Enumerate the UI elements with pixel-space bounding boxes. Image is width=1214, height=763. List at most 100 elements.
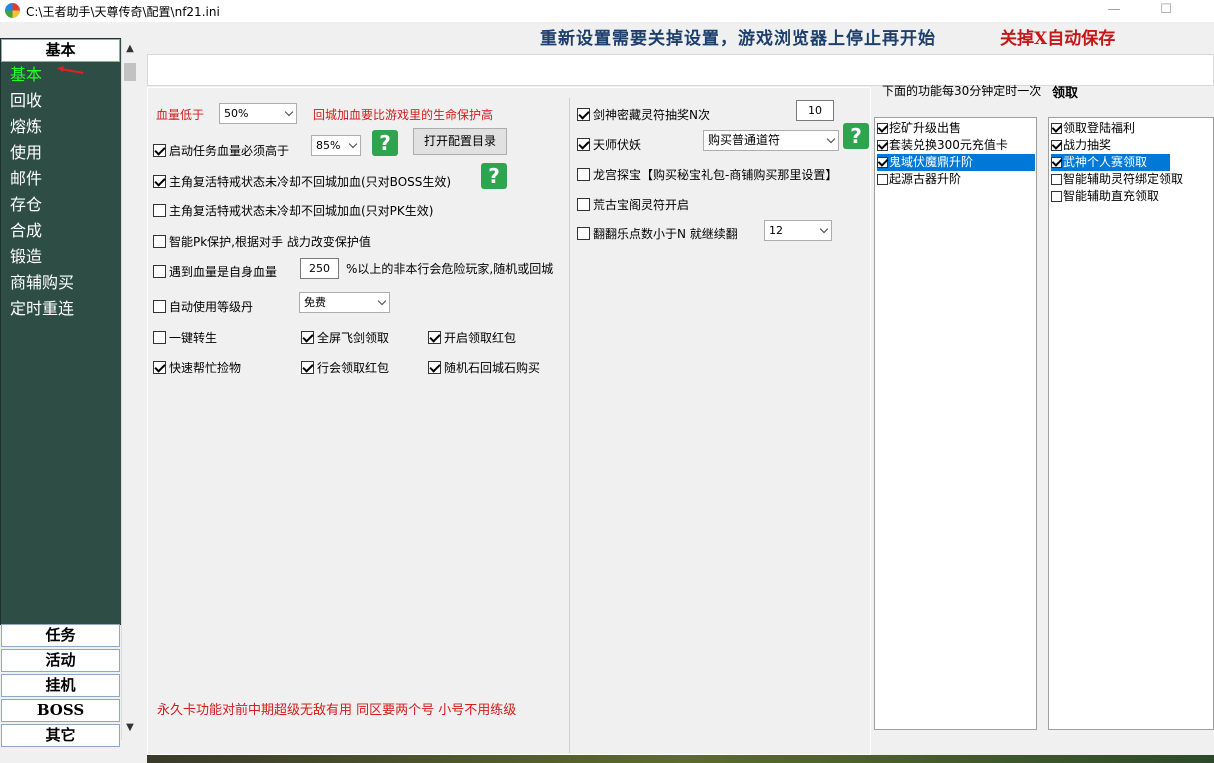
checkbox-box[interactable] <box>153 300 166 313</box>
list-item[interactable]: 鬼域伏魔鼎升阶 <box>877 154 1035 171</box>
list-item-label: 起源古器升阶 <box>889 172 962 186</box>
background-strip <box>147 755 1214 763</box>
claim-list: 领取登陆福利 战力抽奖 武神个人赛领取 智能辅助灵符绑定领取 智能辅助直充领取 <box>1048 117 1214 730</box>
self-hp-input[interactable]: 250 <box>300 258 339 279</box>
list-item-label: 战力抽奖 <box>1063 138 1112 152</box>
checkbox-box[interactable] <box>1051 123 1062 134</box>
checkbox-box[interactable] <box>1051 157 1062 168</box>
checkbox-box[interactable] <box>301 331 314 344</box>
nav-item-shop-buy[interactable]: 商辅购买 <box>10 273 74 293</box>
scroll-up-icon[interactable]: ▲ <box>122 41 138 57</box>
revive-pk-checkbox[interactable]: 主角复活特戒状态未冷却不回城加血(只对PK生效) <box>153 202 433 219</box>
list-item-label: 智能辅助直充领取 <box>1063 189 1160 203</box>
dragon-palace-checkbox[interactable]: 龙宫探宝【购买秘宝礼包-商铺购买那里设置】 <box>577 166 837 183</box>
self-hp-label: 遇到血量是自身血量 <box>169 264 278 279</box>
pointer-arrow-icon <box>57 66 84 74</box>
list-item[interactable]: 智能辅助灵符绑定领取 <box>1051 171 1209 188</box>
checkbox-box[interactable] <box>1051 140 1062 151</box>
nav-item-recycle[interactable]: 回收 <box>10 91 42 111</box>
list-item-label: 鬼域伏魔鼎升阶 <box>889 155 974 169</box>
nav-item-mail[interactable]: 邮件 <box>10 169 42 189</box>
guild-red-packet-checkbox[interactable]: 行会领取红包 <box>301 359 389 376</box>
checkbox-box[interactable] <box>877 157 888 168</box>
minimize-button[interactable]: — <box>1092 0 1136 22</box>
self-hp-checkbox[interactable]: 遇到血量是自身血量 <box>153 263 277 280</box>
nav-group-idle-button[interactable]: 挂机 <box>1 674 120 697</box>
fullscreen-sword-checkbox[interactable]: 全屏飞剑领取 <box>301 329 389 346</box>
hp-low-value: 50% <box>224 107 249 120</box>
list-item[interactable]: 挖矿升级出售 <box>877 120 1035 137</box>
checkbox-box[interactable] <box>1051 191 1062 202</box>
checkbox-box[interactable] <box>153 235 166 248</box>
nav-group-task-button[interactable]: 任务 <box>1 624 120 647</box>
nav-group-other-button[interactable]: 其它 <box>1 724 120 747</box>
auto-level-pill-checkbox[interactable]: 自动使用等级丹 <box>153 298 253 315</box>
nav-group-activity-button[interactable]: 活动 <box>1 649 120 672</box>
checkbox-box[interactable] <box>577 108 590 121</box>
open-config-dir-button[interactable]: 打开配置目录 <box>413 128 507 155</box>
task-hp-checkbox[interactable]: 启动任务血量必须高于 <box>153 142 289 159</box>
nav-item-compose[interactable]: 合成 <box>10 221 42 241</box>
smart-pk-label: 智能Pk保护,根据对手 战力改变保护值 <box>169 234 371 249</box>
checkbox-box[interactable] <box>877 123 888 134</box>
checkbox-box[interactable] <box>877 140 888 151</box>
list-item[interactable]: 武神个人赛领取 <box>1051 154 1170 171</box>
checkbox-box[interactable] <box>577 227 590 240</box>
hp-low-select[interactable]: 50% <box>219 103 297 124</box>
revive-boss-checkbox[interactable]: 主角复活特戒状态未冷却不回城加血(只对BOSS生效) <box>153 173 451 190</box>
checkbox-box[interactable] <box>428 331 441 344</box>
sword-lottery-checkbox[interactable]: 剑神密藏灵符抽奖N次 <box>577 106 710 123</box>
nav-item-timed-reconnect[interactable]: 定时重连 <box>10 299 74 319</box>
checkbox-box[interactable] <box>153 361 166 374</box>
master-demon-select[interactable]: 购买普通道符 <box>703 130 839 151</box>
quick-pickup-checkbox[interactable]: 快速帮忙捡物 <box>153 359 241 376</box>
flip-game-select[interactable]: 12 <box>764 220 832 241</box>
self-hp-suffix: %以上的非本行会危险玩家,随机或回城 <box>346 262 554 276</box>
nav-item-use[interactable]: 使用 <box>10 143 42 163</box>
level-pill-select[interactable]: 免费 <box>299 292 390 313</box>
smart-pk-checkbox[interactable]: 智能Pk保护,根据对手 战力改变保护值 <box>153 233 371 250</box>
checkbox-box[interactable] <box>153 265 166 278</box>
checkbox-box[interactable] <box>153 175 166 188</box>
nav-group-basic-button[interactable]: 基本 <box>1 39 120 62</box>
checkbox-box[interactable] <box>577 168 590 181</box>
checkbox-box[interactable] <box>428 361 441 374</box>
chevron-down-icon <box>377 296 387 306</box>
checkbox-box[interactable] <box>1051 174 1062 185</box>
checkbox-box[interactable] <box>153 144 166 157</box>
nav-item-forge[interactable]: 锻造 <box>10 247 42 267</box>
sword-lottery-input[interactable]: 10 <box>796 100 834 121</box>
nav-item-smelt[interactable]: 熔炼 <box>10 117 42 137</box>
checkbox-box[interactable] <box>577 198 590 211</box>
flip-game-checkbox[interactable]: 翻翻乐点数小于N 就继续翻 <box>577 225 738 242</box>
open-red-packet-checkbox[interactable]: 开启领取红包 <box>428 329 516 346</box>
one-click-rebirth-checkbox[interactable]: 一键转生 <box>153 329 217 346</box>
random-stone-checkbox[interactable]: 随机石回城石购买 <box>428 359 540 376</box>
list-item[interactable]: 领取登陆福利 <box>1051 120 1209 137</box>
scroll-thumb[interactable] <box>124 63 136 81</box>
flip-game-label: 翻翻乐点数小于N 就继续翻 <box>593 226 738 241</box>
checkbox-box[interactable] <box>577 138 590 151</box>
checkbox-box[interactable] <box>301 361 314 374</box>
checkbox-box[interactable] <box>153 331 166 344</box>
checkbox-box[interactable] <box>153 204 166 217</box>
list-item[interactable]: 智能辅助直充领取 <box>1051 188 1209 205</box>
task-hp-select[interactable]: 85% <box>311 135 361 156</box>
master-demon-checkbox[interactable]: 天师伏妖 <box>577 136 641 153</box>
nav-item-storage[interactable]: 存仓 <box>10 195 42 215</box>
scroll-down-icon[interactable]: ▼ <box>122 720 138 736</box>
nav-group-boss-button[interactable]: BOSS <box>1 699 120 722</box>
nav-item-basic[interactable]: 基本 <box>10 65 42 85</box>
list-item[interactable]: 战力抽奖 <box>1051 137 1209 154</box>
help-icon[interactable]: ? <box>843 123 869 149</box>
list-item[interactable]: 起源古器升阶 <box>877 171 1035 188</box>
list-item-label: 武神个人赛领取 <box>1063 155 1148 169</box>
footer-note: 永久卡功能对前中期超级无敌有用 同区要两个号 小号不用练级 <box>157 703 517 718</box>
maximize-button[interactable]: ☐ <box>1144 0 1188 22</box>
nav-scrollbar[interactable] <box>121 38 139 740</box>
help-icon[interactable]: ? <box>372 130 398 156</box>
ancient-pavilion-checkbox[interactable]: 荒古宝阁灵符开启 <box>577 196 689 213</box>
list-item[interactable]: 套装兑换300元充值卡 <box>877 137 1035 154</box>
checkbox-box[interactable] <box>877 174 888 185</box>
help-icon[interactable]: ? <box>481 163 507 189</box>
